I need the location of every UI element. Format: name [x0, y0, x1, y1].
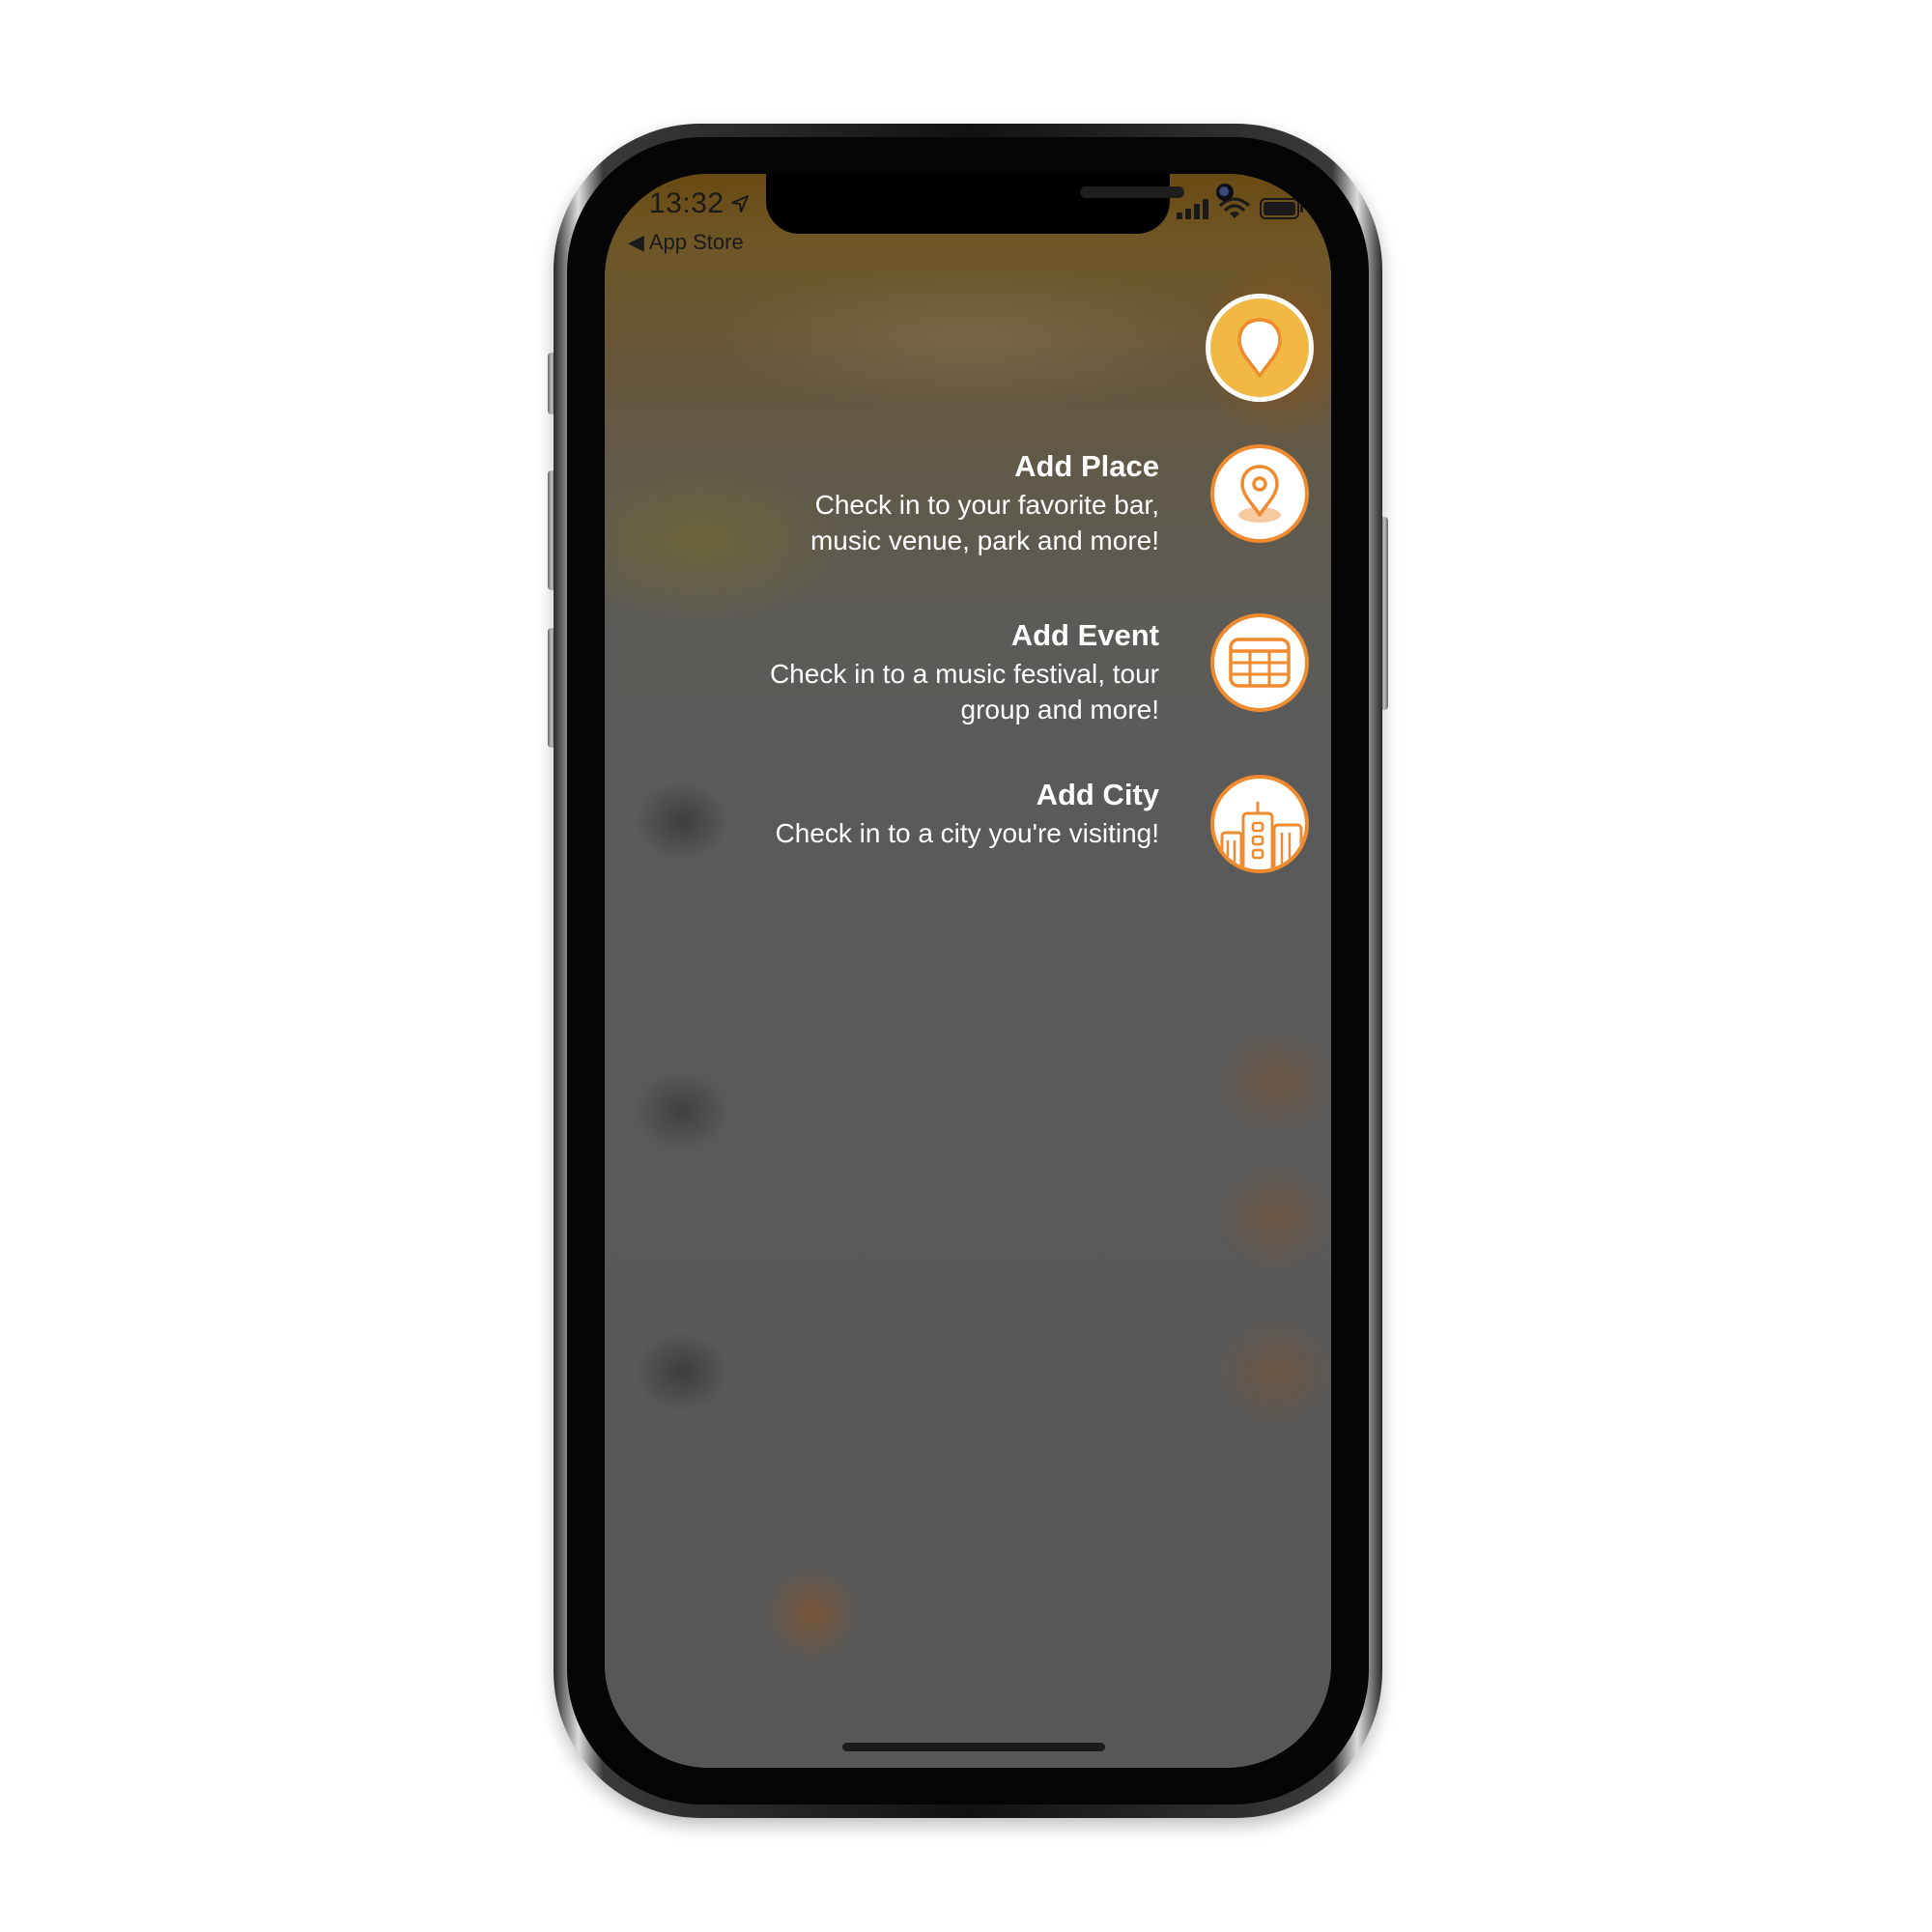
- menu-item-text: Add City Check in to a city you're visit…: [775, 775, 1159, 851]
- location-pin-icon: [1237, 318, 1282, 378]
- home-indicator[interactable]: [842, 1743, 1105, 1751]
- location-arrow-icon: [731, 195, 749, 213]
- menu-item-title: Add Event: [1010, 618, 1159, 652]
- app-screen: 13:32 ◀ App Store Add Place Check in to …: [605, 174, 1331, 1768]
- menu-item-text: Add Place Check in to your favorite bar,…: [810, 446, 1159, 558]
- blurred-background: [605, 174, 1331, 1768]
- menu-item-add-city[interactable]: Add City Check in to a city you're visit…: [605, 775, 1331, 883]
- menu-item-title: Add City: [1036, 778, 1159, 811]
- status-icons: [1177, 197, 1304, 220]
- menu-item-description: Check in to a music festival, tour group…: [769, 659, 1159, 724]
- cellular-signal-icon: [1177, 199, 1208, 219]
- status-time: 13:32: [649, 187, 724, 219]
- stage: 13:32 ◀ App Store Add Place Check in to …: [0, 0, 1932, 1932]
- battery-icon: [1260, 198, 1303, 219]
- menu-item-description: Check in to a city you're visiting!: [775, 818, 1159, 848]
- menu-item-description: Check in to your favorite bar, music ven…: [810, 490, 1159, 555]
- menu-item-add-place[interactable]: Add Place Check in to your favorite bar,…: [605, 444, 1331, 555]
- menu-item-add-event[interactable]: Add Event Check in to a music festival, …: [605, 613, 1331, 724]
- calendar-icon: [1229, 638, 1291, 688]
- city-buildings-icon: [1220, 802, 1303, 869]
- back-to-app-store-link[interactable]: ◀ App Store: [628, 230, 744, 255]
- add-checkin-fab[interactable]: [1206, 294, 1314, 402]
- front-camera: [1216, 184, 1234, 201]
- place-pin-icon: [1238, 465, 1281, 523]
- add-city-button[interactable]: [1210, 775, 1309, 873]
- menu-item-text: Add Event Check in to a music festival, …: [770, 615, 1159, 727]
- notch: [766, 174, 1234, 234]
- add-place-button[interactable]: [1210, 444, 1309, 543]
- add-event-button[interactable]: [1210, 613, 1309, 712]
- earpiece-speaker: [1080, 186, 1184, 198]
- menu-item-title: Add Place: [1014, 449, 1159, 483]
